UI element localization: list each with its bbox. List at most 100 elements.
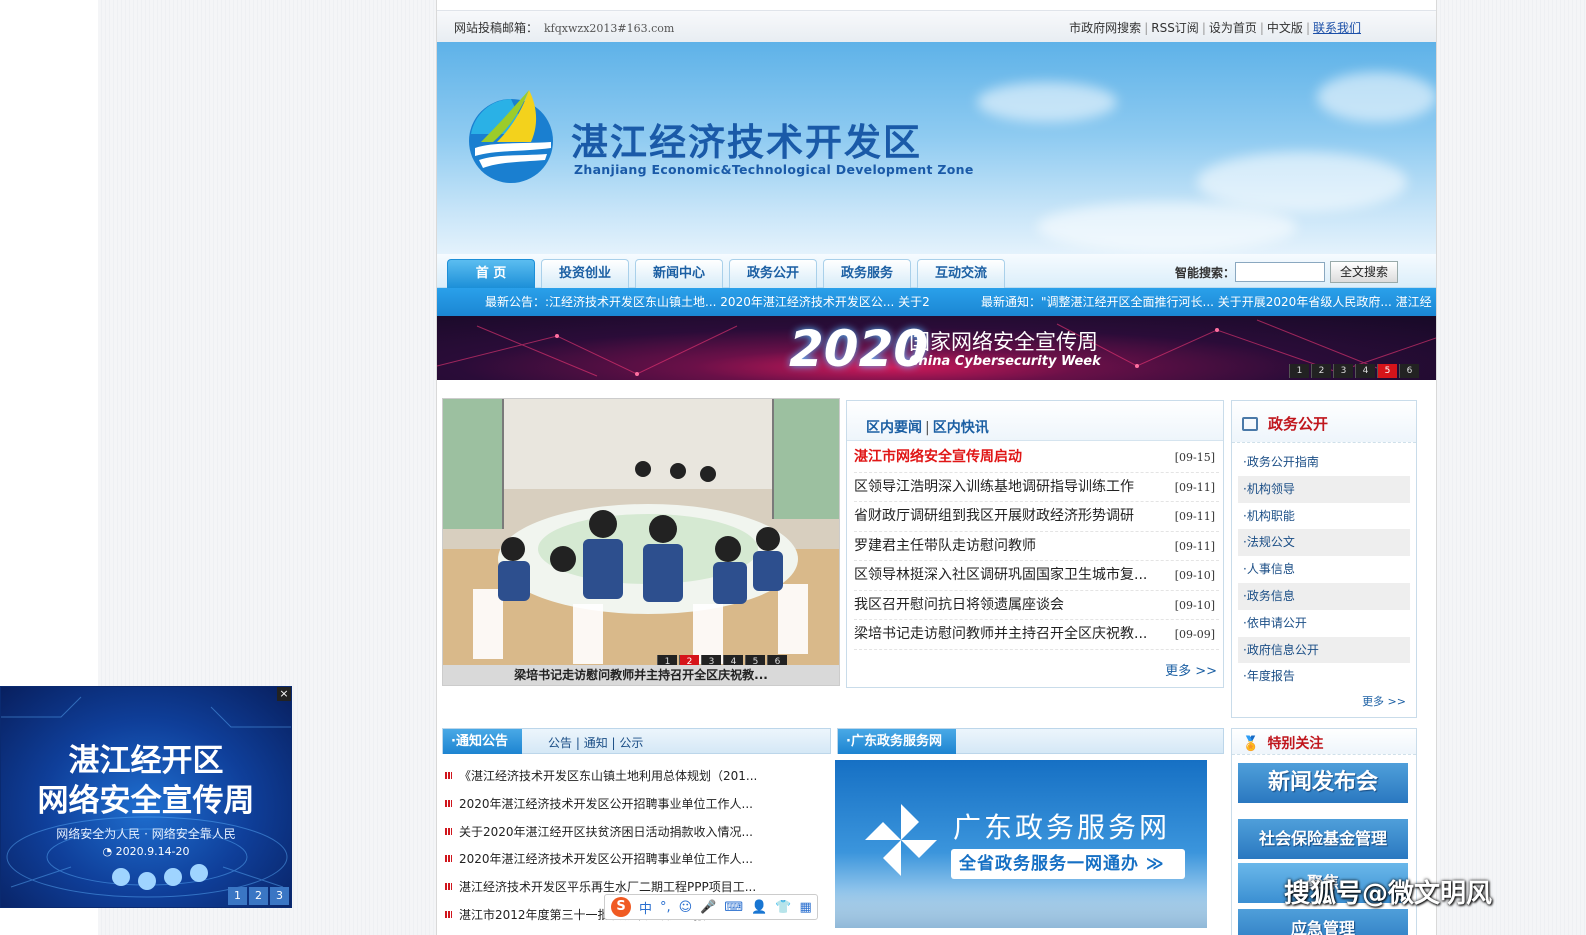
nav-tab-news-center[interactable]: 新闻中心 — [635, 259, 723, 288]
ad-close-button[interactable]: × — [277, 687, 291, 701]
ad-page-3[interactable]: 3 — [270, 887, 289, 905]
ad-title-line1: 湛江经开区 — [68, 743, 224, 779]
keyboard-icon[interactable]: ⌨ — [724, 900, 743, 915]
medal-icon: 🏅 — [1242, 736, 1260, 752]
link-set-homepage[interactable]: 设为首页 — [1209, 21, 1257, 35]
hero-year: 2020 — [789, 320, 929, 378]
gd-service-banner[interactable]: 广东政务服务网 全省政务服务一网通办 ≫ — [835, 760, 1207, 928]
gov-item-regulations[interactable]: ·法规公文 — [1238, 529, 1410, 557]
input-method-toolbar[interactable]: S 中 °, ☺ 🎤 ⌨ 👤 👕 ▦ — [604, 894, 818, 920]
gov-affairs-header: 政务公开 — [1232, 401, 1416, 443]
nav-tab-interaction[interactable]: 互动交流 — [917, 259, 1005, 288]
list-item[interactable]: 2020年湛江经济技术开发区公开招聘事业单位工作人... — [443, 845, 823, 873]
news-more-link[interactable]: 更多 >> — [1165, 660, 1217, 679]
gov-item-personnel[interactable]: ·人事信息 — [1238, 556, 1410, 583]
search-label: 智能搜索： — [1175, 266, 1236, 280]
grid-icon[interactable]: ▦ — [800, 900, 812, 915]
hero-page-6[interactable]: 6 — [1399, 364, 1419, 378]
zone-logo-icon — [469, 90, 553, 183]
clock-icon: ◔ — [102, 845, 116, 858]
gov-affairs-title: 政务公开 — [1268, 415, 1329, 433]
scrolling-notice-bar: 最新公告：:江经济技术开发区东山镇土地... 2020年湛江经济技术开发区公..… — [437, 288, 1436, 316]
list-item[interactable]: 关于2020年湛江经开区扶贫济困日活动捐款收入情况... — [443, 818, 823, 846]
fulltext-search-button[interactable]: 全文搜索 — [1330, 261, 1398, 283]
microphone-icon[interactable]: 🎤 — [700, 900, 716, 915]
search-input[interactable] — [1235, 262, 1325, 282]
hero-page-2[interactable]: 2 — [1311, 364, 1331, 378]
news-photo-slider[interactable]: 1 2 3 4 5 6 梁培书记走访慰问教师并主持召开全区庆祝教... — [442, 398, 840, 686]
list-item[interactable]: 《湛江经济技术开发区东山镇土地利用总体规划（201... — [443, 762, 823, 790]
header-banner: 湛江经济技术开发区 Zhanjiang Economic&Technologic… — [437, 42, 1436, 254]
list-item[interactable]: 区领导林挺深入社区调研巩固国家卫生城市复... [09-10] — [854, 561, 1219, 591]
gov-item-annual-report[interactable]: ·年度报告 — [1238, 663, 1410, 690]
skin-icon[interactable]: 👕 — [775, 900, 791, 915]
gd-service-header: ·广东政务服务网 — [837, 728, 1224, 754]
nav-tab-investment[interactable]: 投资创业 — [541, 259, 629, 288]
link-chinese[interactable]: 中文版 — [1267, 21, 1303, 35]
city-skyline-decoration — [835, 888, 1207, 928]
floating-ad-cyberweek[interactable]: × 湛江经开区 网络安全宣传周 网络安全为人民 · 网络安全靠人民 ◔ 2020… — [0, 686, 292, 908]
hero-page-3[interactable]: 3 — [1333, 364, 1353, 378]
tab-zone-news[interactable]: 区内要闻 — [866, 420, 922, 436]
list-item[interactable]: 我区召开慰问抗日将领遗属座谈会 [09-10] — [854, 591, 1219, 620]
ime-mode[interactable]: 中 — [639, 898, 652, 917]
sogou-logo-icon[interactable]: S — [611, 897, 631, 917]
hero-page-1[interactable]: 1 — [1289, 364, 1309, 378]
zone-title-en: Zhanjiang Economic&Technological Develop… — [574, 162, 974, 177]
cloud-decoration — [1317, 72, 1436, 122]
ad-page-1[interactable]: 1 — [228, 887, 247, 905]
list-item[interactable]: 区领导江浩明深入训练基地调研指导训练工作 [09-11] — [854, 473, 1219, 502]
latest-notice-ticker[interactable]: 最新通知："调整湛江经开区全面推行河长... 关于开展2020年省级人民政府..… — [981, 288, 1432, 316]
gov-more-link[interactable]: 更多 >> — [1362, 693, 1406, 709]
gov-affairs-list: ·政务公开指南 ·机构领导 ·机构职能 ·法规公文 ·人事信息 ·政务信息 ·依… — [1232, 443, 1416, 690]
hero-title-en: China Cybersecurity Week — [909, 354, 1101, 369]
tile-emergency-management[interactable]: 应急管理 — [1238, 909, 1408, 935]
subtab-notice[interactable]: 通知 — [584, 736, 608, 750]
list-item[interactable]: 2020年湛江经济技术开发区公开招聘事业单位工作人... — [443, 790, 823, 818]
gov-item-disclosure[interactable]: ·政府信息公开 — [1238, 636, 1410, 664]
gov-item-info[interactable]: ·政务信息 — [1238, 582, 1410, 610]
hero-page-4[interactable]: 4 — [1355, 364, 1375, 378]
list-item[interactable]: 湛江市网络安全宣传周启动 [09-15] — [854, 443, 1219, 473]
cloud-decoration — [977, 82, 1117, 122]
list-item[interactable]: 梁培书记走访慰问教师并主持召开全区庆祝教... [09-09] — [854, 620, 1219, 650]
ad-page-2[interactable]: 2 — [249, 887, 268, 905]
main-navigation: 首 页 投资创业 新闻中心 政务公开 政务服务 互动交流 智能搜索： 全文搜索 — [437, 254, 1436, 288]
link-rss[interactable]: RSS订阅 — [1151, 21, 1199, 35]
cybersecurity-week-banner[interactable]: 2020 国家网络安全宣传周 China Cybersecurity Week … — [437, 316, 1436, 380]
gov-item-leaders[interactable]: ·机构领导 — [1238, 475, 1410, 503]
emoji-icon[interactable]: ☺ — [679, 900, 693, 915]
subtab-publicity[interactable]: 公示 — [619, 736, 643, 750]
gov-item-functions[interactable]: ·机构职能 — [1238, 503, 1410, 530]
gd-service-title[interactable]: ·广东政务服务网 — [838, 729, 956, 754]
hero-page-5[interactable]: 5 — [1377, 364, 1397, 378]
nav-tab-gov-affairs[interactable]: 政务公开 — [729, 259, 817, 288]
subtab-announcement[interactable]: 公告 — [548, 736, 572, 750]
news-tabs: 区内要闻 | 区内快讯 — [847, 401, 1223, 441]
link-city-search[interactable]: 市政府网搜索 — [1069, 21, 1141, 35]
link-contact-us[interactable]: 联系我们 — [1313, 21, 1361, 35]
photo-caption[interactable]: 梁培书记走访慰问教师并主持召开全区庆祝教... — [443, 665, 839, 685]
news-list: 湛江市网络安全宣传周启动 [09-15] 区领导江浩明深入训练基地调研指导训练工作… — [847, 441, 1223, 650]
punctuation-icon[interactable]: °, — [660, 900, 671, 915]
gd-banner-title: 广东政务服务网 — [953, 811, 1171, 844]
ad-title-line2: 网络安全宣传周 — [37, 783, 255, 819]
gd-banner-slogan: 全省政务服务一网通办 ≫ — [951, 849, 1185, 879]
gov-item-application[interactable]: ·依申请公开 — [1238, 610, 1410, 637]
email-label: 网站投稿邮箱： — [454, 21, 539, 35]
notices-header: ·通知公告 公告 | 通知 | 公示 — [442, 728, 831, 754]
list-item[interactable]: 罗建君主任带队走访慰问教师 [09-11] — [854, 532, 1219, 561]
list-item[interactable]: 省财政厅调研组到我区开展财政经济形势调研 [09-11] — [854, 502, 1219, 532]
user-icon[interactable]: 👤 — [751, 900, 767, 915]
pinwheel-logo-icon — [865, 804, 937, 876]
gov-item-guide[interactable]: ·政务公开指南 — [1238, 449, 1410, 476]
tile-press-conference[interactable]: 新闻发布会 — [1238, 763, 1408, 803]
nav-tab-gov-services[interactable]: 政务服务 — [823, 259, 911, 288]
latest-announcement-ticker[interactable]: 最新公告：:江经济技术开发区东山镇土地... 2020年湛江经济技术开发区公..… — [485, 288, 930, 316]
tab-zone-flash[interactable]: 区内快讯 — [933, 420, 989, 436]
tile-social-insurance-fund[interactable]: 社会保险基金管理 — [1238, 819, 1408, 859]
email-value: kfqxwzx2013#163.com — [544, 22, 675, 35]
submission-email: 网站投稿邮箱： kfqxwzx2013#163.com — [454, 19, 674, 36]
nav-tab-home[interactable]: 首 页 — [447, 259, 535, 288]
notices-title[interactable]: ·通知公告 — [443, 729, 522, 754]
